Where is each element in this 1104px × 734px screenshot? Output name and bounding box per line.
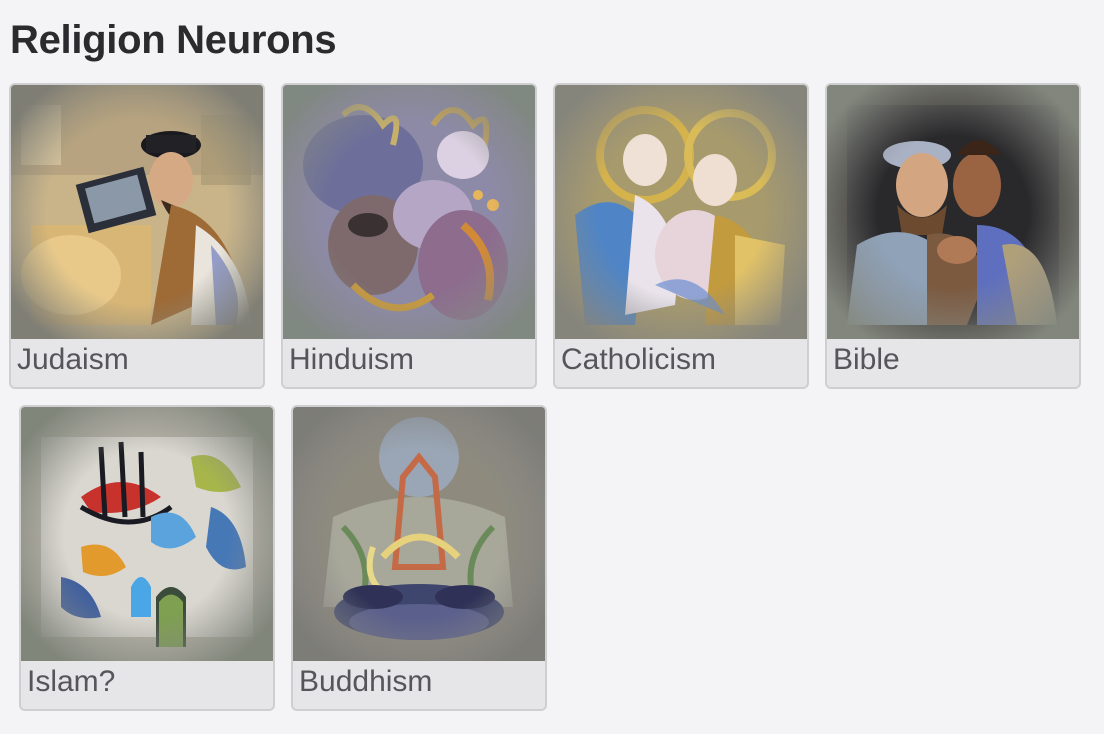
religion-neurons-page: Religion Neurons Judaism Hinduism Cathol… xyxy=(0,0,1104,734)
neuron-card-hinduism[interactable]: Hinduism xyxy=(281,83,537,389)
neuron-card-judaism[interactable]: Judaism xyxy=(9,83,265,389)
neuron-card-catholicism[interactable]: Catholicism xyxy=(553,83,809,389)
neuron-label: Hinduism xyxy=(289,343,415,376)
neuron-label: Bible xyxy=(833,343,900,376)
neuron-card-buddhism[interactable]: Buddhism xyxy=(291,405,547,711)
neuron-card-bible[interactable]: Bible xyxy=(825,83,1081,389)
page-title: Religion Neurons xyxy=(10,18,337,62)
islam-neuron-visualization xyxy=(21,407,273,661)
neuron-label: Catholicism xyxy=(561,343,717,376)
neuron-label: Judaism xyxy=(17,343,129,376)
judaism-neuron-visualization xyxy=(11,85,263,339)
buddhism-neuron-visualization xyxy=(293,407,545,661)
bible-neuron-visualization xyxy=(827,85,1079,339)
catholicism-neuron-visualization xyxy=(555,85,807,339)
neuron-label: Islam? xyxy=(27,665,116,698)
hinduism-neuron-visualization xyxy=(283,85,535,339)
neuron-label: Buddhism xyxy=(299,665,433,698)
neuron-card-islam[interactable]: Islam? xyxy=(19,405,275,711)
